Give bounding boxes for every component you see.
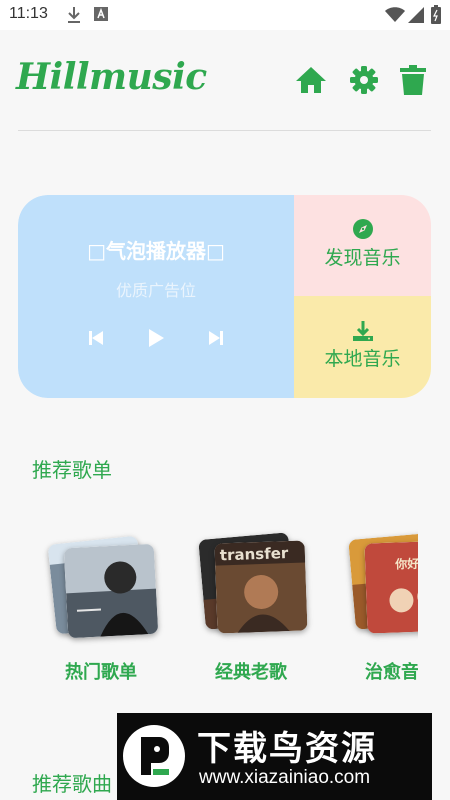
discover-music-label: 发现音乐 — [324, 247, 401, 269]
app-header: Hillmusic — [0, 30, 450, 130]
download-icon — [294, 320, 431, 342]
album-cover-text: transfer — [220, 544, 290, 564]
local-music-label: 本地音乐 — [324, 348, 401, 370]
album-cover-front: transfer — [214, 540, 308, 634]
play-button[interactable] — [143, 327, 169, 353]
play-icon — [147, 328, 165, 352]
watermark-banner: 下载鸟资源 www.xiazainiao.com — [117, 713, 432, 800]
gear-icon — [350, 66, 378, 98]
recommended-songs-heading: 推荐歌曲 — [32, 772, 112, 796]
album-cover-front — [63, 543, 159, 639]
discover-music-tile[interactable]: 发现音乐 — [294, 195, 431, 296]
playlist-name: 治愈音 — [365, 662, 418, 683]
local-music-tile[interactable]: 本地音乐 — [294, 296, 431, 398]
playlist-card[interactable]: 你好李 治愈音 — [300, 520, 418, 690]
app-notification-icon — [94, 6, 108, 26]
bird-logo-icon — [123, 725, 185, 787]
wifi-icon — [385, 7, 405, 27]
header-divider — [18, 130, 431, 131]
player-panel: □气泡播放器□ 优质广告位 — [18, 195, 294, 398]
skip-next-icon — [208, 330, 224, 350]
download-icon — [66, 6, 82, 28]
status-bar: 11:13 — [0, 0, 450, 30]
next-button[interactable] — [203, 327, 229, 353]
previous-button[interactable] — [83, 327, 109, 353]
app-logo: Hillmusic — [16, 56, 207, 98]
album-cover-front: 你好李 — [364, 540, 418, 634]
album-stack — [47, 530, 164, 639]
player-title: □气泡播放器□ — [87, 239, 225, 263]
playlist-name: 经典老歌 — [215, 662, 287, 683]
signal-icon — [408, 7, 424, 27]
album-cover-text: 你好李 — [394, 555, 418, 571]
compass-icon — [294, 219, 431, 239]
album-stack: 你好李 — [348, 530, 418, 638]
watermark-title: 下载鸟资源 — [197, 729, 377, 769]
playlist-card[interactable]: 热门歌单 — [0, 520, 159, 690]
skip-previous-icon — [88, 330, 104, 350]
trash-icon — [400, 65, 426, 99]
delete-button[interactable] — [397, 65, 429, 99]
playlist-name: 热门歌单 — [65, 662, 137, 683]
home-button[interactable] — [295, 66, 327, 98]
ad-placeholder-text: 优质广告位 — [115, 281, 196, 300]
album-stack: transfer — [198, 530, 314, 638]
recommended-playlists-heading: 推荐歌单 — [32, 458, 112, 482]
home-icon — [295, 65, 327, 99]
watermark-url: www.xiazainiao.com — [199, 767, 371, 788]
status-time: 11:13 — [9, 5, 48, 22]
settings-button[interactable] — [348, 66, 380, 98]
playlist-card[interactable]: transfer 经典老歌 — [150, 520, 308, 690]
bubble-player-card: □气泡播放器□ 优质广告位 发现音乐 本地音乐 — [18, 195, 431, 398]
playlist-carousel: 热门歌单 transfer 经典老歌 你好李 治愈音 — [0, 520, 418, 690]
battery-icon — [431, 5, 441, 29]
